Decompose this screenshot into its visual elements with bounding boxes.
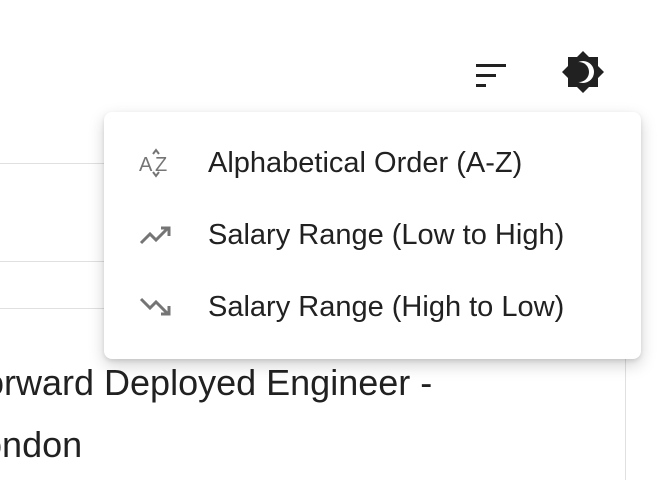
trending-down-icon xyxy=(138,289,174,325)
divider xyxy=(0,163,104,164)
trending-up-icon xyxy=(138,217,174,253)
svg-text:Z: Z xyxy=(155,154,167,176)
menu-item-salary-low-high[interactable]: Salary Range (Low to High) xyxy=(104,199,641,271)
menu-item-label: Alphabetical Order (A-Z) xyxy=(208,146,523,179)
menu-item-label: Salary Range (High to Low) xyxy=(208,290,565,323)
sort-menu: A Z Alphabetical Order (A-Z) Salary Rang… xyxy=(104,112,641,359)
menu-item-salary-high-low[interactable]: Salary Range (High to Low) xyxy=(104,271,641,343)
sort-by-alpha-icon: A Z xyxy=(138,145,174,181)
app-stage: Forward Deployed Engineer - London A Z xyxy=(0,0,672,480)
menu-item-alphabetical[interactable]: A Z Alphabetical Order (A-Z) xyxy=(104,127,641,199)
theme-toggle-button[interactable] xyxy=(559,48,607,96)
job-card-title[interactable]: Forward Deployed Engineer - London xyxy=(0,352,522,476)
brightness-icon xyxy=(562,51,604,93)
svg-text:A: A xyxy=(139,154,153,176)
sort-button[interactable] xyxy=(464,48,512,96)
menu-item-label: Salary Range (Low to High) xyxy=(208,218,565,251)
divider xyxy=(0,261,104,262)
sort-icon xyxy=(476,64,506,87)
